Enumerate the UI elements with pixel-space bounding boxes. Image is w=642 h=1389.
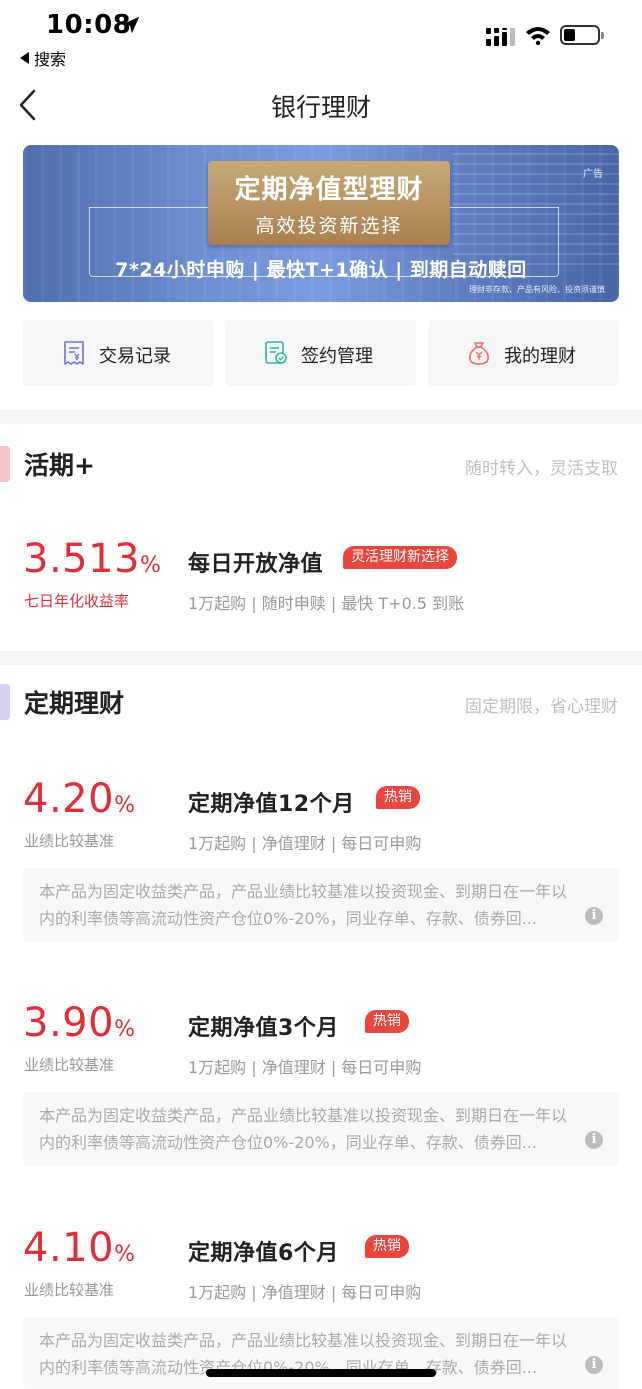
rate-label: 七日年化收益率 xyxy=(24,592,130,610)
nav-bar: 银行理财 xyxy=(0,70,642,140)
contract-management-button[interactable]: 签约管理 xyxy=(225,320,416,386)
section-divider xyxy=(0,651,642,665)
product-rate: 4.20% xyxy=(23,776,136,822)
info-icon[interactable]: i xyxy=(585,1356,603,1374)
banner-features: 7*24小时申购 | 最快T+1确认 | 到期自动赎回 xyxy=(115,259,527,281)
section-accent-bar xyxy=(0,684,10,720)
money-bag-icon xyxy=(469,342,489,365)
section-title: 活期+ xyxy=(24,451,95,480)
section-title: 定期理财 xyxy=(24,689,125,718)
section-accent-bar xyxy=(0,446,10,482)
action-label: 我的理财 xyxy=(504,346,576,367)
back-app-label: 搜索 xyxy=(34,50,67,69)
banner-title: 定期净值型理财 xyxy=(234,175,424,205)
product-desc: 1万起购 | 净值理财 | 每日可申购 xyxy=(188,834,422,853)
back-triangle-icon xyxy=(20,52,29,64)
rate-label: 业绩比较基准 xyxy=(24,832,115,850)
rate-label: 业绩比较基准 xyxy=(24,1056,115,1074)
current-product-card[interactable]: 3.513% 七日年化收益率 每日开放净值 灵活理财新选择 1万起购 | 随时申… xyxy=(0,536,642,616)
section-divider xyxy=(0,410,642,424)
product-desc: 1万起购 | 随时申赎 | 最快 T+0.5 到账 xyxy=(188,594,465,613)
product-note: 本产品为固定收益类产品，产品业绩比较基准以投资现金、到期日在一年以内的利率债等高… xyxy=(23,1092,619,1166)
page-title: 银行理财 xyxy=(270,93,371,122)
fixed-product-card[interactable]: 4.10% 业绩比较基准 定期净值6个月 热销 1万起购 | 净值理财 | 每日… xyxy=(0,1225,642,1389)
section-hint: 随时转入，灵活支取 xyxy=(465,459,618,479)
product-badge: 灵活理财新选择 xyxy=(343,546,457,569)
back-to-app-link[interactable]: 搜索 xyxy=(20,46,66,70)
product-rate: 4.10% xyxy=(23,1225,136,1271)
receipt-icon xyxy=(64,341,84,365)
promo-banner[interactable]: 广告 定期净值型理财 高效投资新选择 7*24小时申购 | 最快T+1确认 | … xyxy=(23,145,619,302)
section-hint: 固定期限，省心理财 xyxy=(465,697,618,717)
home-indicator[interactable] xyxy=(206,1369,436,1377)
banner-disclaimer: 理财非存款、产品有风险、投资须谨慎 xyxy=(469,285,605,294)
fixed-section-header: 定期理财 固定期限，省心理财 xyxy=(0,670,642,740)
product-note: 本产品为固定收益类产品，产品业绩比较基准以投资现金、到期日在一年以内的利率债等高… xyxy=(23,1317,619,1389)
action-label: 交易记录 xyxy=(99,346,171,367)
product-note: 本产品为固定收益类产品，产品业绩比较基准以投资现金、到期日在一年以内的利率债等高… xyxy=(23,868,619,942)
current-section-header: 活期+ 随时转入，灵活支取 xyxy=(0,432,642,502)
ad-tag: 广告 xyxy=(583,169,603,180)
product-name: 定期净值12个月 xyxy=(188,792,355,817)
cellular-signal-icon xyxy=(486,28,515,46)
product-rate: 3.513% xyxy=(23,536,162,582)
document-check-icon xyxy=(265,341,287,364)
product-name: 每日开放净值 xyxy=(188,552,324,577)
rate-label: 业绩比较基准 xyxy=(24,1281,115,1299)
info-icon[interactable]: i xyxy=(585,907,603,925)
action-label: 签约管理 xyxy=(301,346,373,367)
location-arrow-icon xyxy=(122,16,140,34)
status-bar: 10:08 搜索 xyxy=(0,0,642,70)
fixed-product-card[interactable]: 4.20% 业绩比较基准 定期净值12个月 热销 1万起购 | 净值理财 | 每… xyxy=(0,776,642,946)
product-desc: 1万起购 | 净值理财 | 每日可申购 xyxy=(188,1058,422,1077)
my-wealth-button[interactable]: 我的理财 xyxy=(428,320,619,386)
hot-badge: 热销 xyxy=(365,1235,409,1258)
product-desc: 1万起购 | 净值理财 | 每日可申购 xyxy=(188,1283,422,1302)
hot-badge: 热销 xyxy=(376,786,420,809)
transaction-records-button[interactable]: 交易记录 xyxy=(23,320,214,386)
battery-icon xyxy=(560,25,604,45)
product-name: 定期净值3个月 xyxy=(188,1016,339,1041)
fixed-product-card[interactable]: 3.90% 业绩比较基准 定期净值3个月 热销 1万起购 | 净值理财 | 每日… xyxy=(0,1000,642,1170)
hot-badge: 热销 xyxy=(365,1010,409,1033)
wifi-icon xyxy=(526,27,550,45)
info-icon[interactable]: i xyxy=(585,1131,603,1149)
banner-subtitle: 高效投资新选择 xyxy=(255,215,403,237)
product-rate: 3.90% xyxy=(23,1000,136,1046)
product-name: 定期净值6个月 xyxy=(188,1241,339,1266)
status-time: 10:08 xyxy=(46,10,132,40)
banner-headline-box: 定期净值型理财 高效投资新选择 xyxy=(208,161,450,245)
quick-actions: 交易记录 签约管理 我的理财 xyxy=(23,320,619,386)
